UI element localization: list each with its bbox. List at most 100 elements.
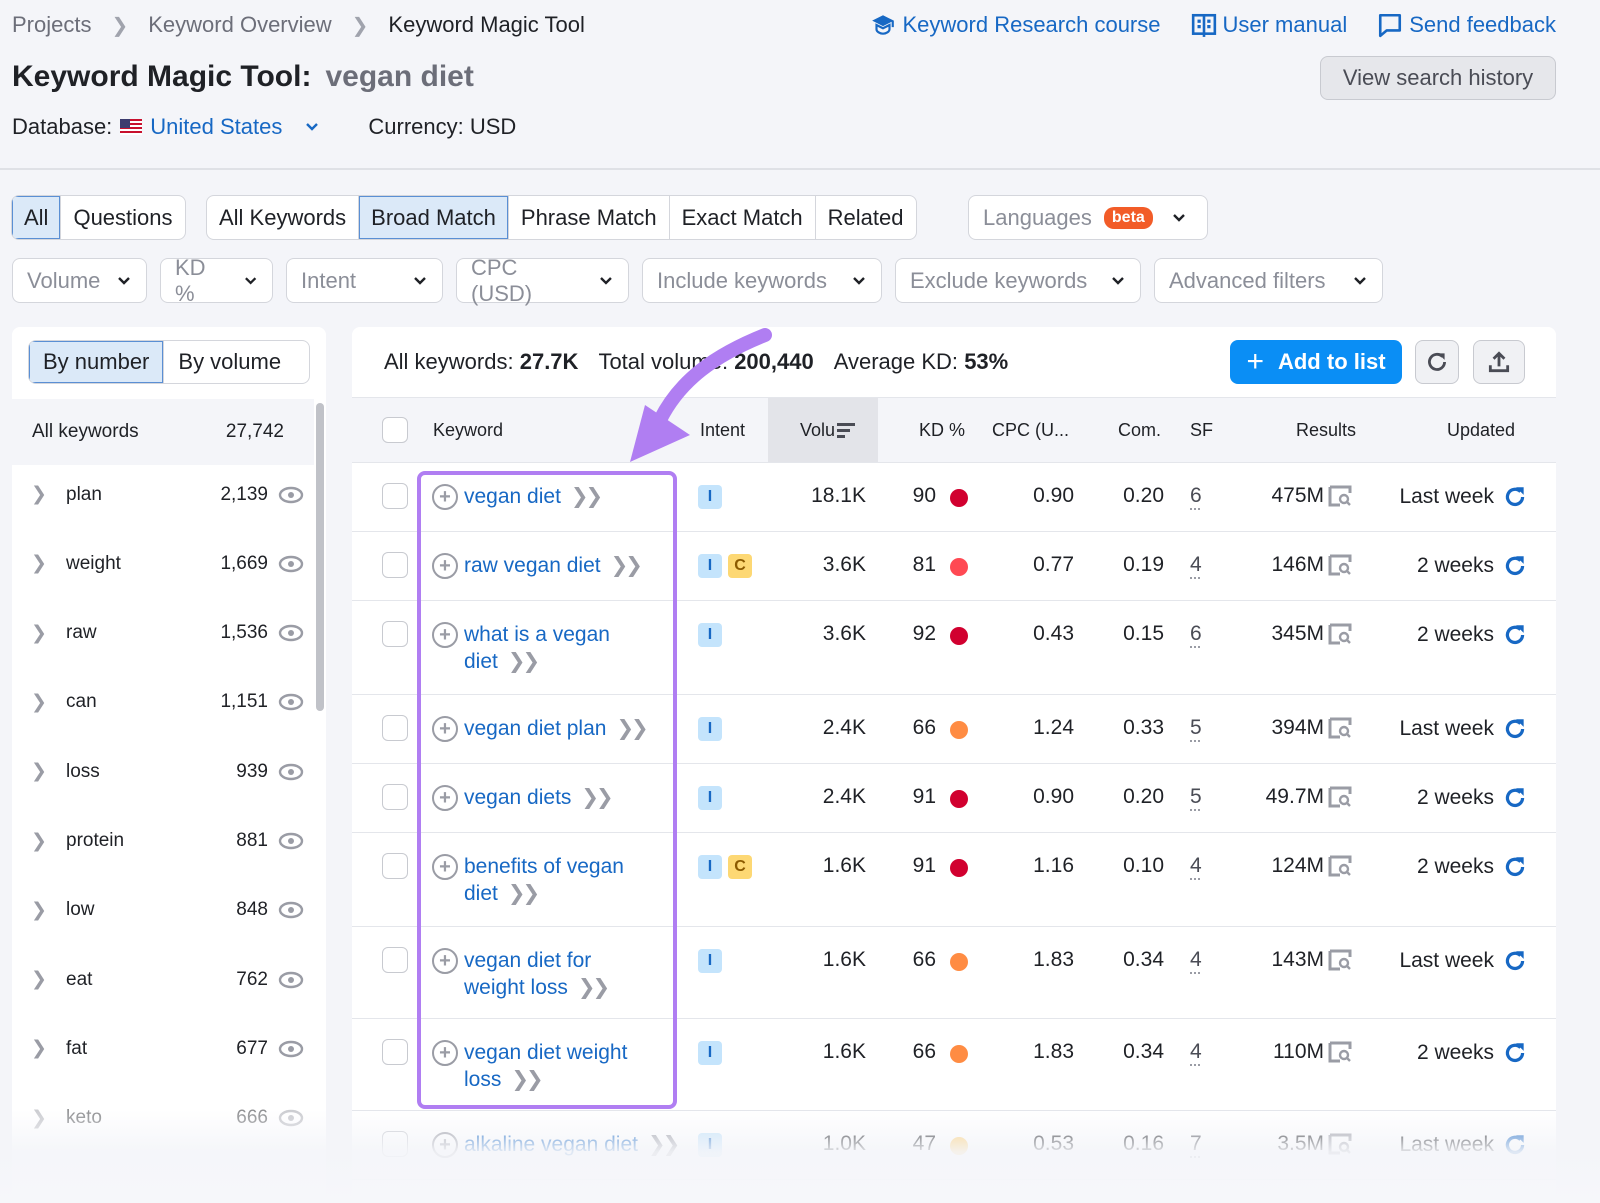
eye-icon[interactable] bbox=[268, 901, 314, 919]
keyword-link[interactable]: alkaline vegan diet ❯❯ bbox=[464, 1131, 680, 1158]
keyword-link[interactable]: vegan diets ❯❯ bbox=[464, 784, 614, 811]
chevron-double-right-icon[interactable]: ❯❯ bbox=[578, 976, 610, 999]
add-keyword-icon[interactable]: + bbox=[432, 854, 458, 880]
column-intent[interactable]: Intent bbox=[700, 398, 745, 462]
serp-preview-icon[interactable] bbox=[1328, 1133, 1352, 1155]
serp-preview-icon[interactable] bbox=[1328, 1041, 1352, 1063]
chevron-double-right-icon[interactable]: ❯❯ bbox=[508, 882, 540, 905]
add-keyword-icon[interactable]: + bbox=[432, 948, 458, 974]
chevron-double-right-icon[interactable]: ❯❯ bbox=[508, 650, 540, 673]
eye-icon[interactable] bbox=[268, 1040, 314, 1058]
view-search-history-button[interactable]: View search history bbox=[1320, 56, 1556, 100]
add-keyword-icon[interactable]: + bbox=[432, 622, 458, 648]
group-item[interactable]: ❯ fat 677 bbox=[12, 1014, 314, 1083]
serp-features-count[interactable]: 7 bbox=[1190, 1132, 1202, 1156]
serp-features-count[interactable]: 6 bbox=[1190, 622, 1202, 646]
eye-icon[interactable] bbox=[268, 693, 314, 711]
chevron-right-icon[interactable]: ❯ bbox=[12, 691, 66, 714]
tab-all-keywords[interactable]: All Keywords bbox=[207, 196, 360, 239]
filter-cpc[interactable]: CPC (USD) bbox=[456, 255, 629, 306]
row-checkbox[interactable] bbox=[382, 621, 408, 647]
chevron-right-icon[interactable]: ❯ bbox=[12, 483, 66, 506]
eye-icon[interactable] bbox=[268, 763, 314, 781]
serp-preview-icon[interactable] bbox=[1328, 623, 1352, 645]
row-checkbox[interactable] bbox=[382, 483, 408, 509]
tab-questions[interactable]: Questions bbox=[61, 196, 184, 239]
keyword-link[interactable]: raw vegan diet ❯❯ bbox=[464, 552, 643, 579]
serp-preview-icon[interactable] bbox=[1328, 855, 1352, 877]
column-kd[interactable]: KD % bbox=[919, 398, 965, 462]
row-checkbox[interactable] bbox=[382, 853, 408, 879]
keyword-link[interactable]: what is a vegan diet ❯❯ bbox=[464, 621, 610, 675]
tab-broad-match[interactable]: Broad Match bbox=[359, 196, 509, 239]
serp-preview-icon[interactable] bbox=[1328, 949, 1352, 971]
filter-volume[interactable]: Volume bbox=[12, 258, 147, 303]
add-keyword-icon[interactable]: + bbox=[432, 553, 458, 579]
add-keyword-icon[interactable]: + bbox=[432, 1132, 458, 1158]
keyword-link[interactable]: vegan diet plan ❯❯ bbox=[464, 715, 649, 742]
filter-exclude-keywords[interactable]: Exclude keywords bbox=[895, 258, 1141, 303]
serp-preview-icon[interactable] bbox=[1328, 554, 1352, 576]
breadcrumb-keyword-overview[interactable]: Keyword Overview bbox=[148, 12, 331, 38]
tab-phrase-match[interactable]: Phrase Match bbox=[509, 196, 670, 239]
column-cpc[interactable]: CPC (U... bbox=[992, 398, 1069, 462]
column-results[interactable]: Results bbox=[1296, 398, 1356, 462]
database-select[interactable]: United States bbox=[120, 114, 320, 140]
eye-icon[interactable] bbox=[268, 624, 314, 642]
keyword-link[interactable]: vegan diet weight loss ❯❯ bbox=[464, 1039, 627, 1093]
filter-include-keywords[interactable]: Include keywords bbox=[642, 258, 882, 303]
breadcrumb-projects[interactable]: Projects bbox=[12, 12, 91, 38]
serp-features-count[interactable]: 4 bbox=[1190, 1040, 1202, 1064]
chevron-double-right-icon[interactable]: ❯❯ bbox=[611, 554, 643, 577]
column-keyword[interactable]: Keyword bbox=[433, 398, 503, 462]
eye-icon[interactable] bbox=[268, 486, 314, 504]
keyword-link[interactable]: benefits of vegan diet ❯❯ bbox=[464, 853, 624, 907]
eye-icon[interactable] bbox=[268, 832, 314, 850]
chevron-right-icon[interactable]: ❯ bbox=[12, 622, 66, 645]
chevron-right-icon[interactable]: ❯ bbox=[12, 968, 66, 991]
update-refresh-icon[interactable] bbox=[1502, 484, 1528, 510]
tab-exact-match[interactable]: Exact Match bbox=[670, 196, 816, 239]
serp-features-count[interactable]: 4 bbox=[1190, 948, 1202, 972]
column-volume[interactable]: Volu bbox=[768, 398, 878, 462]
update-refresh-icon[interactable] bbox=[1502, 553, 1528, 579]
tab-related[interactable]: Related bbox=[816, 196, 916, 239]
add-keyword-icon[interactable]: + bbox=[432, 716, 458, 742]
update-refresh-icon[interactable] bbox=[1502, 622, 1528, 648]
column-sf[interactable]: SF bbox=[1190, 398, 1213, 462]
chevron-double-right-icon[interactable]: ❯❯ bbox=[571, 485, 603, 508]
eye-icon[interactable] bbox=[268, 1109, 314, 1127]
row-checkbox[interactable] bbox=[382, 552, 408, 578]
column-com[interactable]: Com. bbox=[1118, 398, 1161, 462]
languages-dropdown[interactable]: Languages beta bbox=[968, 195, 1208, 240]
add-keyword-icon[interactable]: + bbox=[432, 484, 458, 510]
column-updated[interactable]: Updated bbox=[1447, 398, 1515, 462]
group-all-keywords[interactable]: All keywords 27,742 bbox=[12, 399, 314, 465]
row-checkbox[interactable] bbox=[382, 784, 408, 810]
row-checkbox[interactable] bbox=[382, 1131, 408, 1157]
update-refresh-icon[interactable] bbox=[1502, 948, 1528, 974]
filter-kd[interactable]: KD % bbox=[160, 255, 273, 306]
groups-scrollbar[interactable] bbox=[316, 403, 324, 711]
group-item[interactable]: ❯ keto 666 bbox=[12, 1084, 314, 1153]
chevron-right-icon[interactable]: ❯ bbox=[12, 899, 66, 922]
user-manual-link[interactable]: User manual bbox=[1191, 12, 1347, 38]
chevron-double-right-icon[interactable]: ❯❯ bbox=[616, 717, 648, 740]
serp-features-count[interactable]: 5 bbox=[1190, 785, 1202, 809]
update-refresh-icon[interactable] bbox=[1502, 854, 1528, 880]
select-all-checkbox[interactable] bbox=[382, 417, 408, 443]
serp-features-count[interactable]: 6 bbox=[1190, 484, 1202, 508]
keyword-link[interactable]: vegan diet ❯❯ bbox=[464, 483, 603, 510]
serp-features-count[interactable]: 4 bbox=[1190, 553, 1202, 577]
row-checkbox[interactable] bbox=[382, 715, 408, 741]
tab-by-volume[interactable]: By volume bbox=[164, 341, 295, 383]
chevron-double-right-icon[interactable]: ❯❯ bbox=[511, 1068, 543, 1091]
keyword-link[interactable]: vegan diet for weight loss ❯❯ bbox=[464, 947, 610, 1001]
group-item[interactable]: ❯ low 848 bbox=[12, 876, 314, 945]
chevron-right-icon[interactable]: ❯ bbox=[12, 552, 66, 575]
chevron-right-icon[interactable]: ❯ bbox=[12, 830, 66, 853]
row-checkbox[interactable] bbox=[382, 947, 408, 973]
tab-by-number[interactable]: By number bbox=[29, 341, 165, 383]
row-checkbox[interactable] bbox=[382, 1039, 408, 1065]
refresh-button[interactable] bbox=[1415, 340, 1459, 384]
